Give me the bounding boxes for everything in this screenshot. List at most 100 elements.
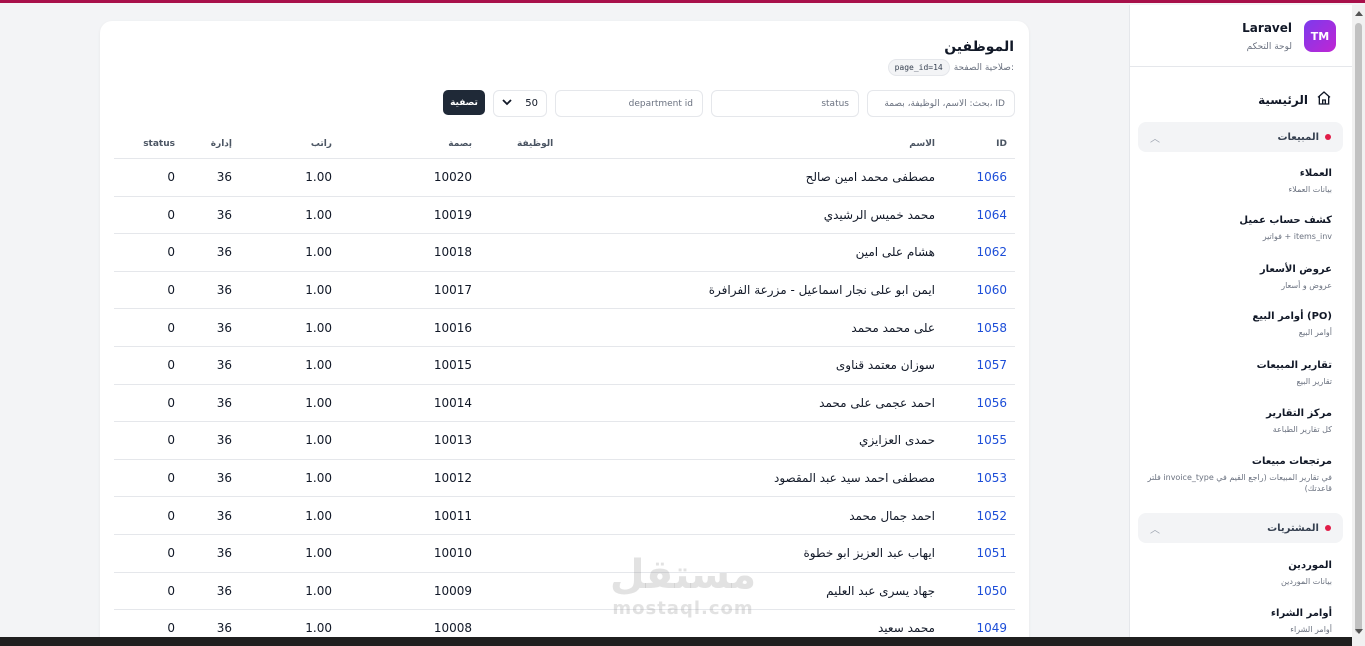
- sidebar-group-purchases[interactable]: ︿ المشتريات: [1138, 513, 1343, 543]
- table-row[interactable]: 1051 ايهاب عبد العزيز ابو خطوة 10010 1.00 36…: [114, 535, 1015, 573]
- chevron-down-icon: [502, 97, 512, 110]
- cell-id[interactable]: 1062: [947, 234, 1007, 271]
- col-header-status[interactable]: status: [114, 130, 175, 158]
- cell-job: [517, 309, 597, 346]
- nav-item-title: عروض الأسعار: [1259, 264, 1332, 275]
- table-row[interactable]: 1058 على محمد محمد 10016 1.00 36 0: [114, 309, 1015, 347]
- col-header-salary[interactable]: راتب: [244, 130, 332, 158]
- cell-fingerprint: 10011: [433, 508, 472, 523]
- cell-id[interactable]: 1055: [947, 422, 1007, 459]
- table-row[interactable]: 1050 جهاد يسرى عبد العليم 10009 1.00 36 0: [114, 573, 1015, 611]
- scroll-down-arrow-icon[interactable]: [1355, 629, 1363, 634]
- sidebar-item-quotations[interactable]: عروض الأسعار عروض و أسعار: [1142, 264, 1332, 291]
- sidebar-item-customer-statement[interactable]: كشف حساب عميل فواتير + items_inv: [1142, 215, 1332, 242]
- cell-department: 36: [216, 207, 232, 222]
- table-row[interactable]: 1057 سوزان معتمد قناوى 10015 1.00 36 0: [114, 347, 1015, 385]
- brand[interactable]: TM Laravel لوحة التحكم: [1242, 20, 1336, 52]
- cell-job: [517, 385, 597, 422]
- cell-id[interactable]: 1050: [947, 573, 1007, 610]
- cell-id[interactable]: 1052: [947, 497, 1007, 534]
- brand-subtitle: لوحة التحكم: [1246, 41, 1292, 52]
- cell-id[interactable]: 1060: [947, 272, 1007, 309]
- cell-fingerprint: 10013: [433, 433, 472, 448]
- per-page-select[interactable]: 50: [493, 90, 547, 117]
- chevron-up-icon: ︿: [1150, 133, 1160, 145]
- sidebar-item-customers[interactable]: العملاء بيانات العملاء: [1142, 168, 1333, 195]
- nav-item-subtitle: فواتير + items_inv: [1262, 232, 1332, 241]
- sidebar-item-home[interactable]: الرئيسية: [1258, 90, 1332, 110]
- table-row[interactable]: 1052 احمد جمال محمد 10011 1.00 36 0: [114, 497, 1015, 535]
- col-header-id[interactable]: ID: [947, 130, 1007, 158]
- cell-salary: 1.00: [305, 546, 332, 561]
- cell-name: ايمن ابو على نجار اسماعيل - مزرعة الفراف…: [708, 283, 935, 298]
- cell-name: سوزان معتمد قناوى: [835, 358, 935, 373]
- filter-bar: 50 تصفية: [100, 90, 1029, 117]
- cell-fingerprint: 10012: [433, 471, 472, 486]
- search-input[interactable]: [867, 90, 1015, 117]
- cell-department: 36: [216, 170, 232, 185]
- table-row[interactable]: 1066 مصطفى محمد امين صالح 10020 1.00 36 0: [114, 159, 1015, 197]
- nav-item-subtitle: كل تقارير الطباعة: [1272, 425, 1332, 434]
- col-header-department[interactable]: إدارة: [194, 130, 232, 158]
- cell-name: مصطفى احمد سيد عبد المقصود: [774, 471, 935, 486]
- table-header: ID الاسم الوظيفة بصمة راتب إدارة status: [114, 130, 1015, 159]
- table-row[interactable]: 1062 هشام على امين 10018 1.00 36 0: [114, 234, 1015, 272]
- per-page-value: 50: [525, 98, 538, 109]
- sidebar-item-sales-reports[interactable]: تقارير المبيعات تقارير البيع: [1142, 360, 1332, 387]
- cell-job: [517, 573, 597, 610]
- cell-name: حمدى العزايزي: [859, 433, 935, 448]
- sidebar-item-purchase-orders[interactable]: أوامر الشراء أوامر الشراء: [1142, 608, 1332, 635]
- cell-job: [517, 422, 597, 459]
- table-row[interactable]: 1060 ايمن ابو على نجار اسماعيل - مزرعة ال…: [114, 272, 1015, 310]
- nav-item-subtitle: بيانات الموردين: [1281, 577, 1332, 586]
- os-taskbar: [0, 637, 1352, 646]
- table-row[interactable]: 1055 حمدى العزايزي 10013 1.00 36 0: [114, 422, 1015, 460]
- cell-id[interactable]: 1058: [947, 309, 1007, 346]
- table-row[interactable]: 1056 احمد عجمى على محمد 10014 1.00 36 0: [114, 385, 1015, 423]
- status-input[interactable]: [711, 90, 859, 117]
- cell-salary: 1.00: [305, 583, 332, 598]
- cell-id[interactable]: 1064: [947, 197, 1007, 234]
- cell-department: 36: [216, 471, 232, 486]
- cell-job: [517, 234, 597, 271]
- table-row[interactable]: 1064 محمد خميس الرشيدي 10019 1.00 36 0: [114, 197, 1015, 235]
- group-dot: [1325, 525, 1331, 531]
- cell-id[interactable]: 1057: [947, 347, 1007, 384]
- scroll-thumb[interactable]: [1355, 23, 1362, 633]
- sidebar-item-home-label: الرئيسية: [1258, 93, 1308, 107]
- table-body: 1066 مصطفى محمد امين صالح 10020 1.00 36 0 1064…: [114, 159, 1015, 646]
- nav-item-title: الموردين: [1288, 560, 1332, 571]
- col-header-fingerprint[interactable]: بصمة: [364, 130, 472, 158]
- cell-status: 0: [167, 358, 175, 373]
- permission-badge: page_id=14: [887, 59, 950, 76]
- cell-id[interactable]: 1066: [947, 159, 1007, 196]
- page-title: الموظفين: [944, 39, 1014, 55]
- nav-item-title: أوامر البيع (PO): [1252, 311, 1332, 322]
- col-header-name[interactable]: الاسم: [575, 130, 935, 158]
- cell-id[interactable]: 1051: [947, 535, 1007, 572]
- cell-job: [517, 460, 597, 497]
- sidebar-group-sales[interactable]: ︿ المبيعات: [1138, 122, 1343, 152]
- cell-salary: 1.00: [305, 245, 332, 260]
- col-header-job[interactable]: الوظيفة: [517, 130, 597, 158]
- cell-salary: 1.00: [305, 395, 332, 410]
- filter-button[interactable]: تصفية: [443, 90, 485, 115]
- department-id-input[interactable]: [555, 90, 703, 117]
- cell-id[interactable]: 1056: [947, 385, 1007, 422]
- table-row[interactable]: 1053 مصطفى احمد سيد عبد المقصود 10012 1.00 3…: [114, 460, 1015, 498]
- sidebar-divider: [1130, 66, 1352, 67]
- cell-department: 36: [216, 283, 232, 298]
- sidebar-item-sales-orders[interactable]: أوامر البيع (PO) أوامر البيع: [1142, 311, 1332, 338]
- cell-department: 36: [216, 245, 232, 260]
- cell-id[interactable]: 1053: [947, 460, 1007, 497]
- cell-salary: 1.00: [305, 170, 332, 185]
- scroll-up-arrow-icon[interactable]: [1355, 11, 1363, 16]
- sidebar-item-reports-center[interactable]: مركز التقارير كل تقارير الطباعة: [1142, 408, 1332, 435]
- chevron-up-icon: ︿: [1150, 524, 1160, 536]
- sidebar-scrollbar[interactable]: [1352, 5, 1365, 646]
- cell-status: 0: [167, 170, 175, 185]
- sidebar-item-suppliers[interactable]: الموردين بيانات الموردين: [1142, 560, 1332, 587]
- page-permission: صلاحية الصفحة: page_id=14: [887, 59, 1014, 76]
- cell-salary: 1.00: [305, 471, 332, 486]
- sidebar-item-sales-returns[interactable]: مرتجعات مبيعات فلتر invoice_type في تقار…: [1142, 456, 1332, 494]
